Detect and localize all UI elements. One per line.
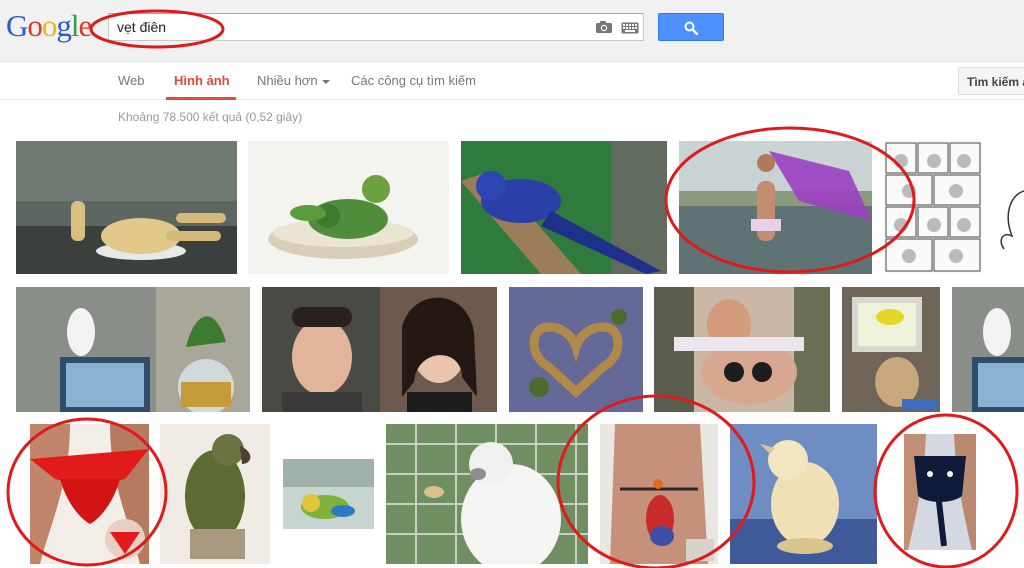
image-result[interactable]: [842, 287, 940, 412]
search-button[interactable]: [658, 13, 724, 41]
tab-more-label: Nhiều hơn: [257, 73, 318, 88]
image-result[interactable]: [16, 287, 250, 412]
logo-letter: o: [27, 8, 42, 43]
keyboard-icon[interactable]: [621, 21, 639, 34]
image-result[interactable]: [654, 287, 830, 412]
result-stats: Khoảng 78.500 kết quả (0,52 giây): [118, 110, 303, 124]
logo-letter: l: [70, 8, 80, 43]
image-result[interactable]: [679, 141, 872, 274]
image-result[interactable]: [904, 434, 976, 550]
image-result[interactable]: [509, 287, 643, 412]
image-result[interactable]: [884, 141, 982, 274]
logo-letter: G: [6, 8, 28, 43]
image-result[interactable]: [30, 424, 149, 564]
image-result[interactable]: [952, 287, 1024, 412]
tab-search-tools[interactable]: Các công cụ tìm kiếm: [351, 73, 476, 88]
search-header: Google: [0, 0, 1024, 62]
image-result[interactable]: [283, 459, 374, 529]
logo-letter: o: [41, 8, 57, 43]
google-logo[interactable]: Google: [6, 8, 93, 43]
image-result[interactable]: [994, 141, 1024, 274]
magnifier-icon: [684, 21, 698, 35]
image-result[interactable]: [730, 424, 877, 564]
camera-icon[interactable]: [595, 20, 613, 34]
active-tab-indicator: [166, 97, 236, 100]
image-result[interactable]: [248, 141, 449, 274]
image-result[interactable]: [461, 141, 667, 274]
image-result[interactable]: [160, 424, 270, 564]
search-input[interactable]: [117, 14, 587, 40]
search-tabs: Web Hình ảnh Nhiều hơn Các công cụ tìm k…: [0, 62, 1024, 100]
image-result[interactable]: [386, 424, 588, 564]
search-button-secondary[interactable]: Tìm kiếm a: [958, 67, 1024, 95]
tab-more[interactable]: Nhiều hơn: [257, 73, 330, 88]
tab-images[interactable]: Hình ảnh: [174, 73, 230, 88]
chevron-down-icon: [321, 79, 330, 84]
search-box: [108, 13, 644, 41]
image-result[interactable]: [600, 424, 718, 564]
image-result[interactable]: [262, 287, 497, 412]
tab-web[interactable]: Web: [118, 73, 145, 88]
logo-letter: e: [78, 8, 93, 43]
image-result[interactable]: [16, 141, 237, 274]
logo-letter: g: [56, 8, 71, 43]
